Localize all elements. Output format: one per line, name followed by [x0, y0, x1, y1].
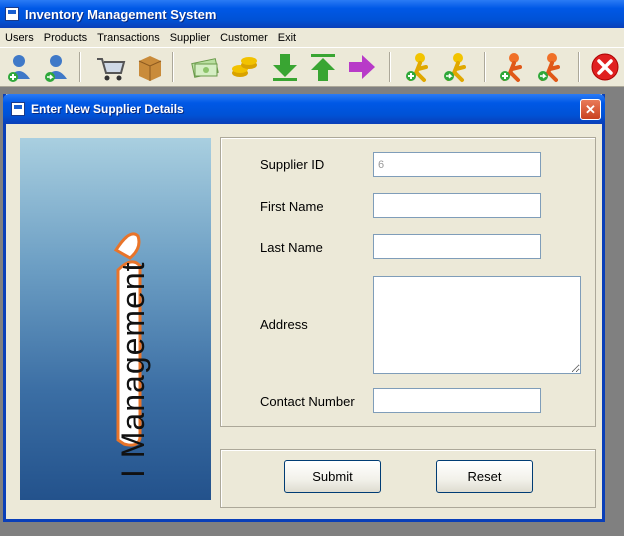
menu-customer[interactable]: Customer	[215, 32, 273, 44]
shopping-cart-icon	[97, 58, 126, 81]
shopping-cart-button[interactable]	[93, 50, 127, 84]
product-button[interactable]	[133, 50, 167, 84]
add-user-button[interactable]	[2, 50, 36, 84]
coins-icon	[232, 57, 257, 77]
product-box-icon	[138, 56, 162, 81]
cash-button[interactable]	[188, 50, 222, 84]
dialog-title-bar: Enter New Supplier Details ✕	[3, 94, 605, 124]
app-title-bar: Inventory Management System	[0, 0, 624, 28]
first-name-field[interactable]	[373, 193, 541, 218]
dialog-close-button[interactable]: ✕	[580, 99, 601, 120]
arrow-down-button[interactable]	[268, 50, 302, 84]
contact-number-label: Contact Number	[260, 394, 355, 409]
add-customer-icon	[500, 53, 522, 82]
supplier-id-label: Supplier ID	[260, 157, 325, 172]
exit-button[interactable]	[588, 50, 622, 84]
logo-panel: I Management	[20, 138, 211, 500]
first-name-label: First Name	[260, 199, 324, 214]
supplier-dialog: Enter New Supplier Details ✕ I Managemen…	[3, 94, 605, 522]
toolbar-separator	[79, 52, 81, 82]
view-user-icon	[45, 55, 67, 82]
add-user-icon	[8, 55, 30, 82]
toolbar-separator	[389, 52, 391, 82]
arrow-up-button[interactable]	[306, 50, 340, 84]
menu-products[interactable]: Products	[39, 32, 92, 44]
address-field[interactable]	[373, 276, 581, 374]
arrow-up-icon	[311, 54, 335, 81]
cash-icon	[191, 58, 219, 78]
arrow-down-icon	[273, 54, 297, 81]
app-title: Inventory Management System	[25, 6, 217, 22]
arrow-right-icon	[349, 55, 375, 79]
toolbar	[0, 47, 624, 87]
menu-exit[interactable]: Exit	[273, 32, 301, 44]
last-name-field[interactable]	[373, 234, 541, 259]
add-customer-button[interactable]	[495, 50, 529, 84]
button-panel: Submit Reset	[220, 449, 596, 508]
submit-button[interactable]: Submit	[284, 460, 381, 493]
view-supplier-icon	[444, 53, 466, 82]
app-window-icon	[5, 7, 19, 21]
toolbar-separator	[484, 52, 486, 82]
menu-bar: Users Products Transactions Supplier Cus…	[0, 28, 624, 47]
last-name-label: Last Name	[260, 240, 323, 255]
exit-icon	[591, 53, 619, 81]
view-customer-icon	[538, 53, 560, 82]
dialog-window-icon	[11, 102, 25, 116]
reset-button[interactable]: Reset	[436, 460, 533, 493]
address-label: Address	[260, 317, 308, 332]
add-supplier-button[interactable]	[401, 50, 435, 84]
logo-text: I Management	[115, 261, 151, 478]
dialog-title: Enter New Supplier Details	[31, 102, 184, 116]
supplier-form: Supplier ID First Name Last Name Address…	[220, 137, 596, 427]
supplier-id-field[interactable]	[373, 152, 541, 177]
toolbar-separator	[172, 52, 174, 82]
toolbar-separator	[578, 52, 580, 82]
menu-users[interactable]: Users	[0, 32, 39, 44]
view-customer-button[interactable]	[533, 50, 567, 84]
menu-transactions[interactable]: Transactions	[92, 32, 165, 44]
view-user-button[interactable]	[39, 50, 73, 84]
arrow-right-button[interactable]	[345, 50, 379, 84]
menu-supplier[interactable]: Supplier	[165, 32, 215, 44]
view-supplier-button[interactable]	[439, 50, 473, 84]
coins-button[interactable]	[227, 50, 261, 84]
add-supplier-icon	[406, 53, 428, 82]
contact-number-field[interactable]	[373, 388, 541, 413]
